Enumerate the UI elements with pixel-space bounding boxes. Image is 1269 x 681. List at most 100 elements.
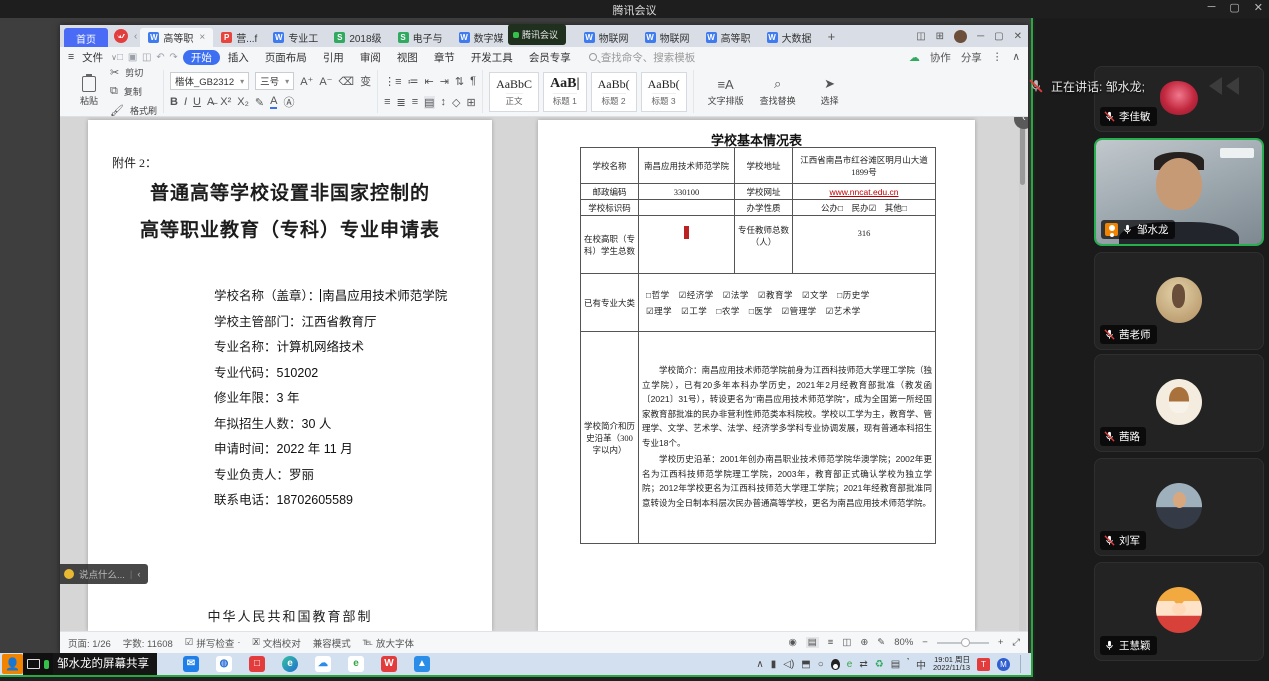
photos-app-icon[interactable]: ▲: [414, 656, 430, 672]
tray-circle-icon[interactable]: ○: [818, 659, 824, 670]
copy-label[interactable]: 复制: [124, 85, 142, 98]
doc-tab[interactable]: W数字媒: [451, 28, 512, 47]
share-button[interactable]: 分享: [961, 50, 982, 65]
align-center-icon[interactable]: ≣: [396, 96, 405, 109]
folder-icon[interactable]: ▤: [891, 659, 900, 670]
font-size-select[interactable]: 三号▾: [255, 72, 294, 90]
menu-section[interactable]: 章节: [426, 50, 463, 65]
wps-home-tab[interactable]: 首页: [64, 28, 108, 47]
tencent-meeting-tray-icon[interactable]: T: [977, 658, 990, 671]
menu-review[interactable]: 审阅: [352, 50, 389, 65]
file-menu[interactable]: 文件: [74, 50, 111, 65]
doc-tab[interactable]: W物联网: [576, 28, 637, 47]
sort-icon[interactable]: ⇅: [455, 75, 464, 88]
battery-icon[interactable]: ▮: [771, 659, 777, 670]
quick-toolbar-icons[interactable]: □ ▣ ◫ ↶ ↷: [117, 52, 179, 63]
doc-tab[interactable]: W专业工: [265, 28, 326, 47]
bigfont-toggle[interactable]: ℡ 放大字体: [363, 636, 414, 650]
style-heading2[interactable]: AaBb( 标题 2: [591, 72, 637, 112]
wps-account-taskbar-icon[interactable]: 👤: [2, 654, 23, 674]
cut-label[interactable]: 剪切: [125, 66, 143, 79]
doc-tab[interactable]: W高等职: [698, 28, 759, 47]
show-desktop-button[interactable]: [1020, 655, 1025, 673]
switch-icon[interactable]: ⇄: [859, 659, 867, 670]
qq-icon[interactable]: [831, 659, 840, 670]
screen-share-label[interactable]: 邹水龙的屏幕共享: [53, 653, 157, 675]
wps-logo-icon[interactable]: [114, 29, 128, 43]
snip-icon[interactable]: ⬒: [801, 659, 810, 670]
edge-app-icon[interactable]: e: [282, 656, 298, 672]
meeting-floating-widget[interactable]: 腾讯会议: [508, 24, 566, 45]
school-website-link[interactable]: www.nncat.edu.cn: [830, 187, 899, 197]
outline-view-icon[interactable]: ≡: [828, 637, 834, 648]
format-painter-icon[interactable]: 🖌: [110, 104, 124, 117]
document-page-right[interactable]: 学校基本情况表 学校名称 南昌应用技术师范学院 学校地址 江西省南昌市红谷滩区明…: [538, 120, 975, 631]
doc-tab[interactable]: W物联网: [637, 28, 698, 47]
participant-tile[interactable]: 茜路: [1094, 354, 1264, 452]
copy-icon[interactable]: ⧉: [110, 85, 118, 98]
meeting-maximize-icon[interactable]: ▢: [1229, 1, 1239, 14]
participant-tile[interactable]: 王慧颖: [1094, 562, 1264, 661]
doc-tab-active[interactable]: W 高等职 ×: [140, 28, 213, 47]
participant-tile-speaking[interactable]: 邹水龙: [1094, 138, 1264, 246]
book-view-icon[interactable]: ◫: [842, 637, 851, 648]
collapse-bubble-icon[interactable]: ‹: [137, 569, 140, 580]
style-heading3[interactable]: AaBb( 标题 3: [641, 72, 687, 112]
align-left-icon[interactable]: ≡: [384, 96, 390, 108]
command-search[interactable]: 查找命令、搜索模板: [589, 50, 696, 65]
zoom-out-icon[interactable]: −: [922, 637, 928, 648]
zoom-level[interactable]: 80%: [894, 637, 913, 648]
show-marks-icon[interactable]: ¶: [470, 75, 476, 87]
cloud-sync-icon[interactable]: ☁: [909, 51, 920, 64]
volume-icon[interactable]: ◁): [783, 659, 794, 670]
wps-minimize-icon[interactable]: ─: [977, 31, 984, 42]
more-icon[interactable]: ⋮: [992, 51, 1003, 63]
align-right-icon[interactable]: ≡: [412, 96, 418, 108]
clear-format-icon[interactable]: ⌫: [339, 75, 355, 88]
collapse-ribbon-icon[interactable]: ∧: [1012, 51, 1020, 63]
paste-button[interactable]: 粘贴: [72, 76, 106, 107]
menu-reference[interactable]: 引用: [315, 50, 352, 65]
select-tool[interactable]: ➤ 选择: [804, 71, 856, 112]
strike-icon[interactable]: A̶: [207, 96, 214, 108]
ie-tray-icon[interactable]: e: [847, 659, 853, 670]
wifi-icon[interactable]: 𝄒: [907, 659, 909, 670]
new-tab-button[interactable]: +: [828, 29, 836, 44]
borders-icon[interactable]: ⊞: [467, 96, 476, 109]
doc-tab[interactable]: S2018级: [326, 28, 389, 47]
wps-app-icon[interactable]: W: [381, 656, 397, 672]
wps-close-icon[interactable]: ✕: [1014, 31, 1022, 42]
font-name-select[interactable]: 楷体_GB2312▾: [170, 72, 249, 90]
meeting-minimize-icon[interactable]: ─: [1208, 1, 1216, 14]
browser-app-icon[interactable]: ◍: [216, 656, 232, 672]
typeset-tool[interactable]: ≡A 文字排版: [700, 71, 752, 112]
single-page-view-icon[interactable]: ▤: [806, 637, 819, 648]
doc-tab[interactable]: S电子与: [390, 28, 451, 47]
find-replace-tool[interactable]: ⌕ 查找替换: [752, 71, 804, 112]
ie-app-icon[interactable]: e: [348, 656, 364, 672]
font-color-icon[interactable]: A: [270, 95, 277, 109]
italic-icon[interactable]: I: [184, 96, 187, 108]
underline-icon[interactable]: U: [193, 96, 201, 108]
indent-icon[interactable]: ⇥: [440, 75, 449, 88]
tab-close-icon[interactable]: ×: [199, 32, 205, 43]
menu-member[interactable]: 会员专享: [521, 50, 579, 65]
participant-tile[interactable]: 茜老师: [1094, 252, 1264, 350]
document-area[interactable]: 附件 2： 普通高等学校设置非国家控制的 高等职业教育（专科）专业申请表 学校名…: [60, 117, 1028, 631]
participant-tile[interactable]: 刘军: [1094, 458, 1264, 556]
collab-button[interactable]: 协作: [930, 50, 951, 65]
zoom-knob[interactable]: [961, 638, 970, 647]
tab-scroll-left-icon[interactable]: ‹: [134, 31, 137, 42]
menu-view[interactable]: 视图: [389, 50, 426, 65]
menu-layout[interactable]: 页面布局: [257, 50, 315, 65]
layout-grid-icon[interactable]: ⊞: [936, 31, 944, 42]
back-arrow-icon[interactable]: [1209, 77, 1222, 95]
wps-restore-icon[interactable]: ▢: [994, 31, 1003, 42]
doc-tab[interactable]: P营...f: [213, 28, 265, 47]
painter-label[interactable]: 格式刷: [130, 104, 157, 117]
clock[interactable]: 19:01 周日 2022/11/13: [933, 656, 970, 672]
menu-start[interactable]: 开始: [183, 50, 220, 65]
word-count[interactable]: 字数: 11608: [123, 636, 173, 650]
red-app-icon[interactable]: □: [249, 656, 265, 672]
menu-devtools[interactable]: 开发工具: [463, 50, 521, 65]
